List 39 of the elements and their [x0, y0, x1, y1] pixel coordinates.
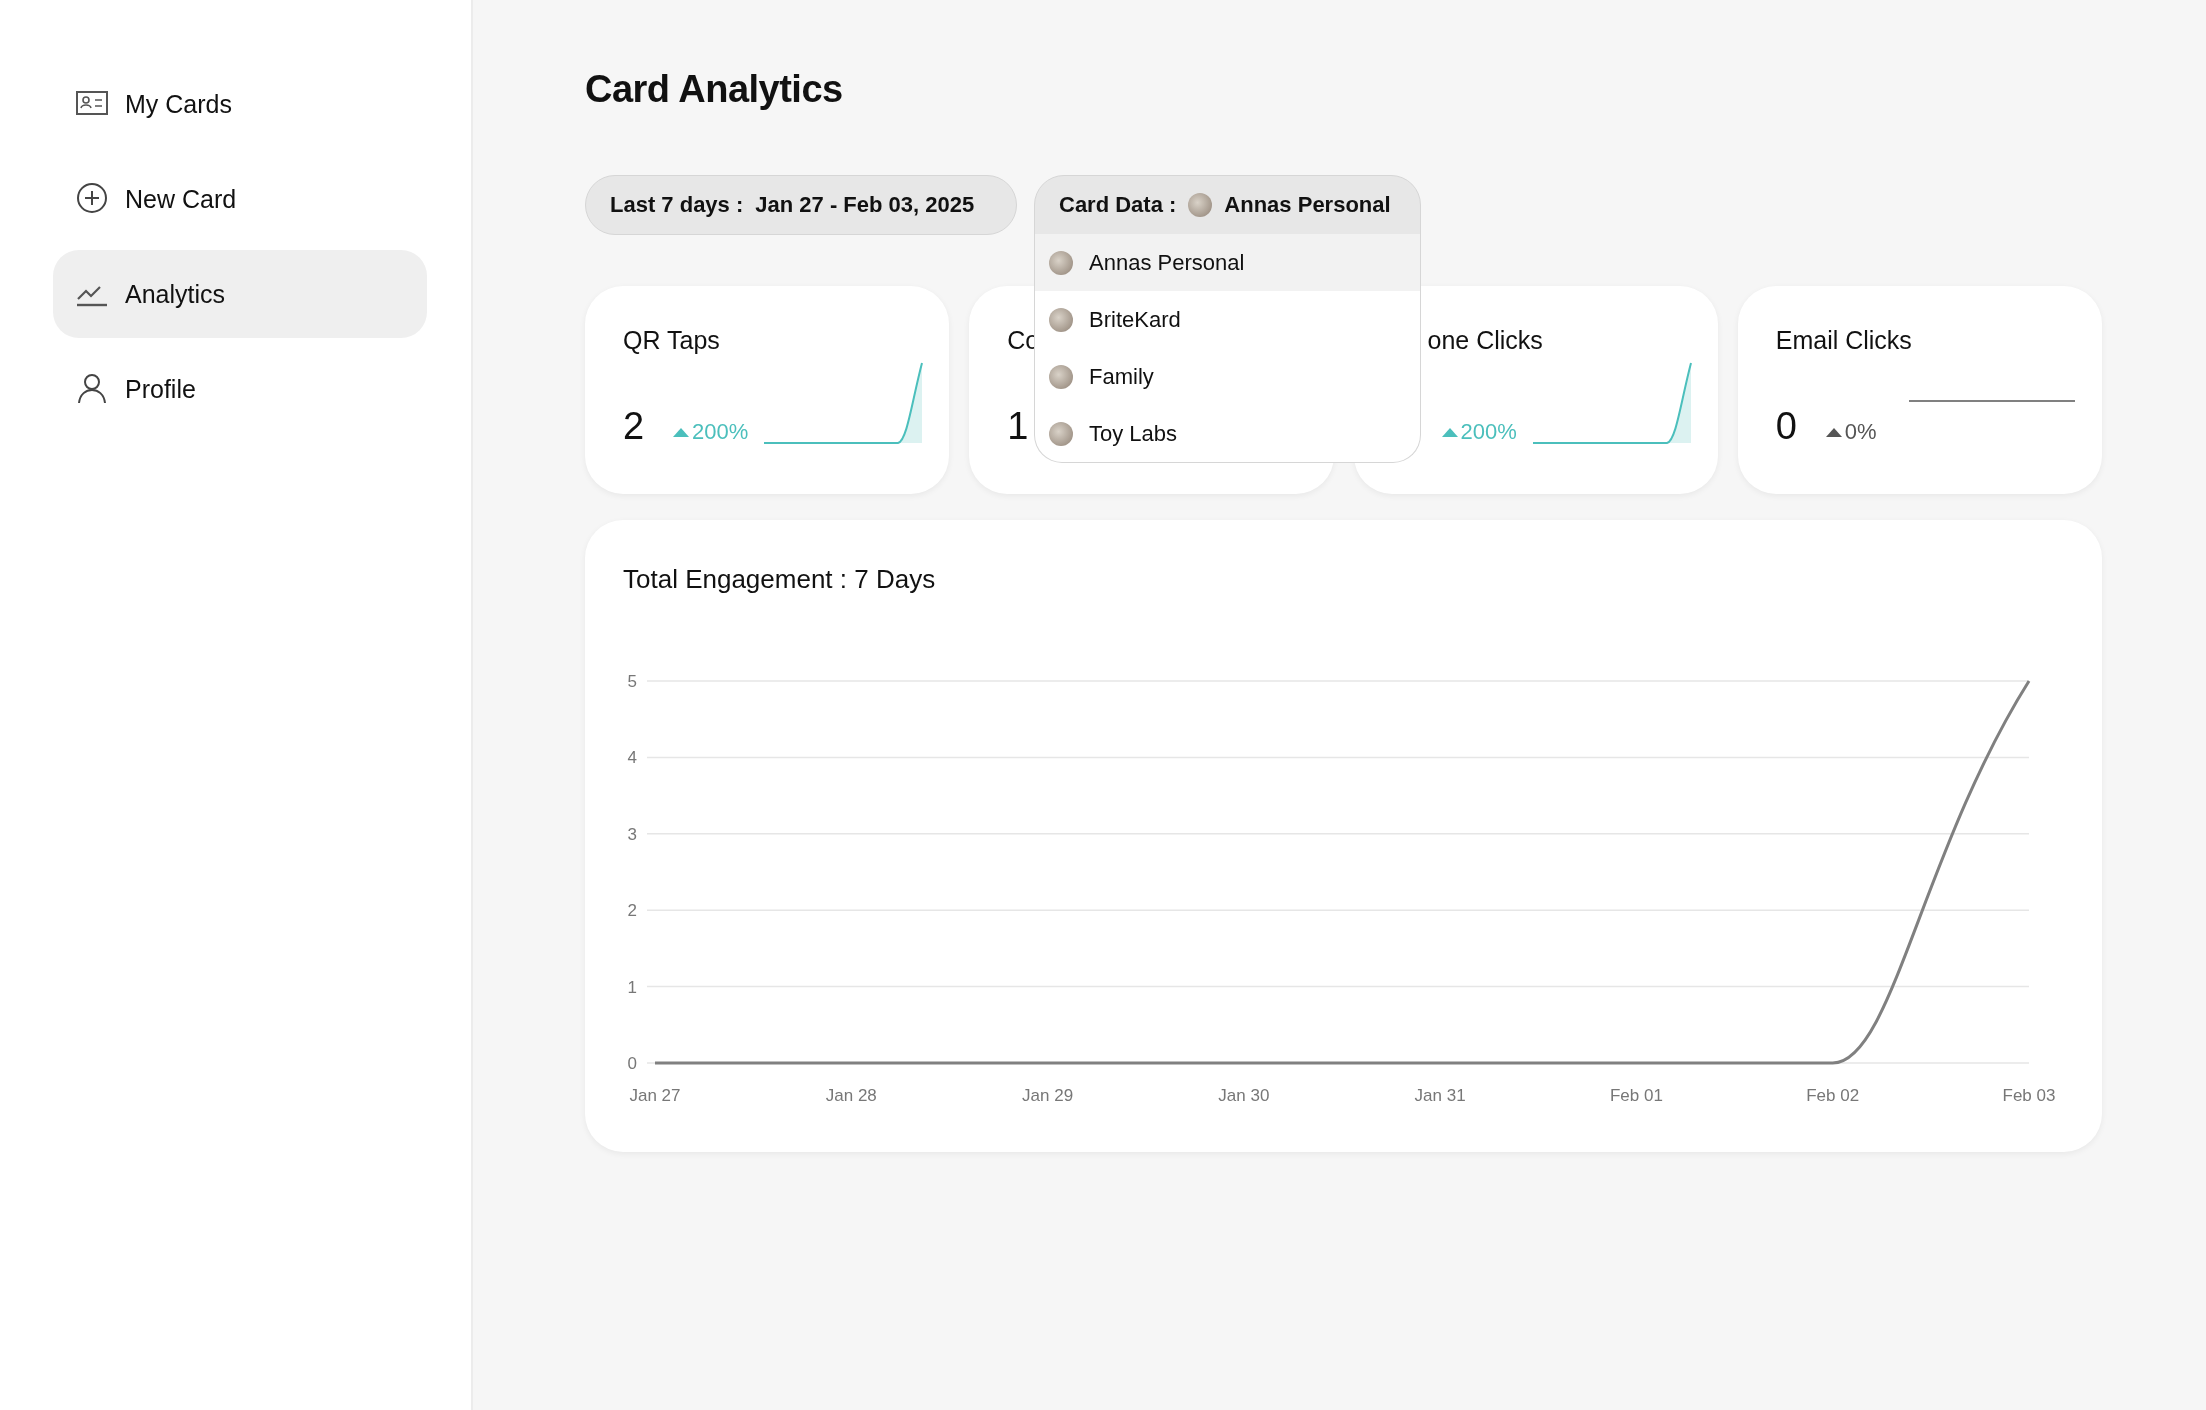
y-axis-label: 2 — [627, 901, 637, 921]
change-indicator: 200% — [1441, 419, 1517, 445]
x-axis-label: Feb 02 — [1806, 1086, 1860, 1105]
avatar-photo — [1049, 421, 1073, 446]
stat-title: Email Clicks — [1775, 326, 1912, 355]
x-axis-label: Feb 03 — [2002, 1086, 2056, 1105]
sidebar-item[interactable]: Analytics — [53, 250, 427, 338]
x-axis-label: Jan 31 — [1414, 1086, 1466, 1105]
stat-title: QR Taps — [623, 326, 720, 355]
y-axis-label: 5 — [627, 672, 637, 691]
y-axis-label: 3 — [627, 824, 637, 844]
person-icon — [75, 372, 109, 406]
date-range-button[interactable]: Last 7 days : Jan 27 - Feb 03, 2025 — [585, 175, 1017, 235]
x-axis-label: Jan 29 — [1022, 1086, 1074, 1105]
x-axis-label: Feb 01 — [1609, 1086, 1663, 1105]
change-indicator: 200% — [673, 419, 749, 445]
card-data-dropdown[interactable]: Card Data : Annas Personal — [1034, 175, 1421, 235]
page-title: Card Analytics — [585, 68, 843, 111]
stat-value: 1 — [1007, 407, 1030, 445]
y-axis-label: 1 — [627, 977, 637, 997]
dropdown-option[interactable]: Annas Personal — [1035, 234, 1420, 291]
avatar-photo — [1049, 307, 1073, 332]
x-axis-label: Jan 27 — [629, 1086, 681, 1105]
chart-title: Total Engagement : 7 Days — [623, 564, 936, 595]
plus-circle-icon — [75, 182, 109, 216]
avatar-photo — [1049, 364, 1073, 389]
change-indicator: 0% — [1825, 419, 1877, 445]
dropdown-option[interactable]: Family — [1035, 348, 1420, 405]
dropdown-option[interactable]: Toy Labs — [1035, 405, 1420, 462]
avatar-photo — [1049, 250, 1073, 275]
dropdown-option[interactable]: BriteKard — [1035, 291, 1420, 348]
stat-title: one Clicks — [1427, 326, 1543, 355]
x-axis-label: Jan 28 — [825, 1086, 877, 1105]
stat-value: 2 — [623, 407, 646, 445]
y-axis-label: 4 — [627, 748, 637, 768]
stat-value: 0 — [1775, 407, 1798, 445]
y-axis-label: 0 — [627, 1054, 637, 1073]
avatar-photo — [1188, 193, 1213, 217]
x-axis-label: Jan 30 — [1218, 1086, 1270, 1105]
